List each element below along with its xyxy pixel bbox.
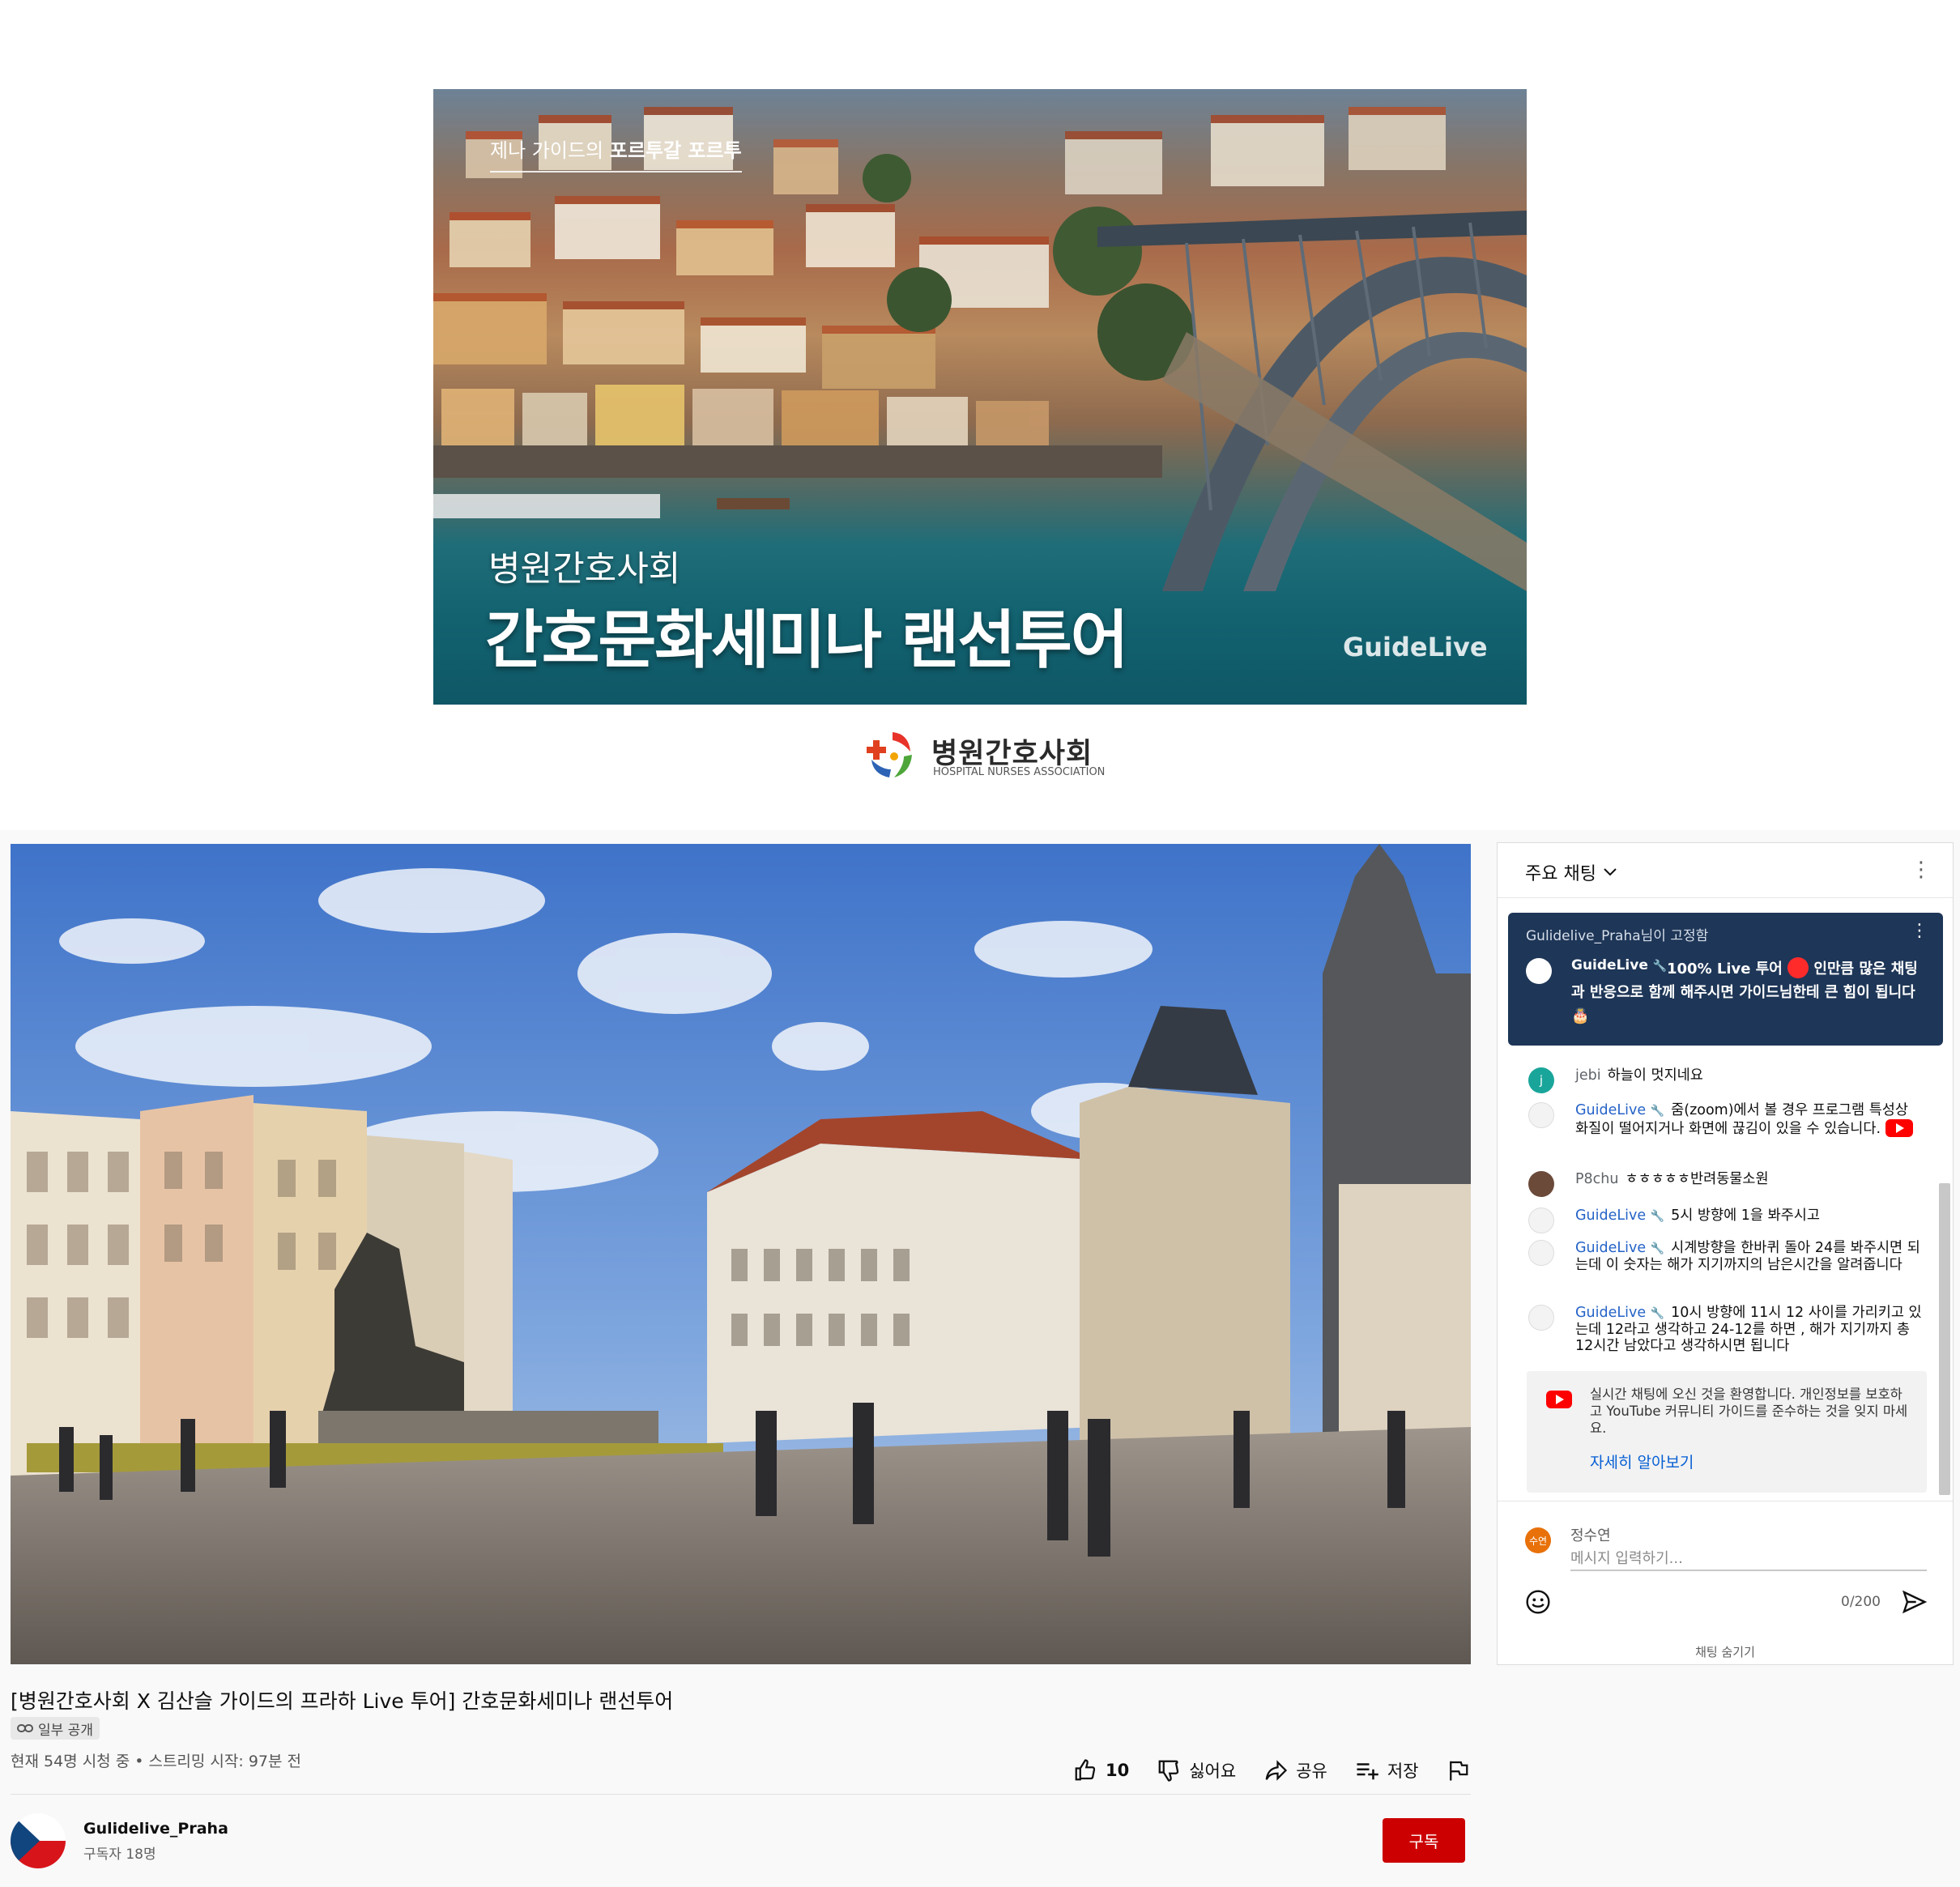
char-count: 0/200 xyxy=(1841,1594,1881,1610)
video-actions: 10 싫어요 공유 저장 xyxy=(1073,1752,1470,1789)
wrench-icon: 🔧 xyxy=(1650,1307,1665,1320)
chat-message: GuideLive 🔧 시계방향을 한바퀴 돌아 24를 봐주시면 되는데 이 숫… xyxy=(1528,1240,1925,1273)
chat-avatar: j xyxy=(1528,1067,1554,1093)
video-player[interactable] xyxy=(11,844,1471,1664)
chat-author[interactable]: GuideLive 🔧 xyxy=(1575,1305,1664,1321)
nurse-association-emblem-icon xyxy=(867,732,912,777)
welcome-notice: 실시간 채팅에 오신 것을 환영합니다. 개인정보를 보호하고 YouTube … xyxy=(1527,1371,1927,1493)
channel-name[interactable]: Gulidelive_Praha xyxy=(83,1820,228,1838)
chat-author[interactable]: GuideLive 🔧 xyxy=(1575,1102,1664,1118)
pinned-author-avatar xyxy=(1526,958,1552,984)
chat-message: j jebi 하늘이 멋지네요 xyxy=(1528,1067,1925,1093)
playlist-add-icon xyxy=(1357,1763,1378,1780)
chat-text: 하늘이 멋지네요 xyxy=(1607,1067,1703,1084)
chat-author[interactable]: GuideLive 🔧 xyxy=(1575,1208,1664,1224)
chat-avatar xyxy=(1528,1171,1554,1197)
thumbs-up-icon xyxy=(1075,1759,1096,1781)
view-stats: 현재 54명 시청 중 • 스트리밍 시작: 97분 전 xyxy=(11,1753,301,1770)
link-icon xyxy=(17,1724,33,1732)
tour-banner-image: 제나 가이드의 포르투갈 포르투 병원간호사회 간호문화세미나 랜선투어 Gui… xyxy=(433,89,1527,705)
learn-more-link[interactable]: 자세히 알아보기 xyxy=(1590,1450,1694,1472)
wrench-icon: 🔧 xyxy=(1650,1210,1665,1223)
guidelive-watermark: GuideLive xyxy=(1343,632,1488,662)
association-logo: 병원간호사회 HOSPITAL NURSES ASSOCIATION xyxy=(865,727,1105,784)
chat-compose: 수연 정수연 0/200 채팅 숨기기 xyxy=(1498,1501,1953,1666)
flag-icon xyxy=(1450,1761,1468,1781)
chat-header: 주요 채팅 ⋮ xyxy=(1498,843,1953,898)
banner-title: 간호문화세미나 랜선투어 xyxy=(485,604,1129,677)
subscriber-count: 구독자 18명 xyxy=(83,1847,156,1863)
chat-message: GuideLive 🔧 줌(zoom)에서 볼 경우 프로그램 특성상 화질이 떨… xyxy=(1528,1102,1925,1137)
chat-message: GuideLive 🔧 5시 방향에 1을 봐주시고 xyxy=(1528,1208,1925,1233)
visibility-label: 일부 공개 xyxy=(38,1722,93,1739)
wrench-icon: 🔧 xyxy=(1650,1105,1665,1118)
czech-flag-icon xyxy=(11,1813,66,1868)
visibility-badge: 일부 공개 xyxy=(11,1717,100,1740)
divider xyxy=(11,1794,1471,1795)
share-icon xyxy=(1265,1760,1288,1781)
chat-author[interactable]: GuideLive 🔧 xyxy=(1575,1240,1664,1256)
banner-guide-caption: 제나 가이드의 포르투갈 포르투 xyxy=(490,134,742,173)
chat-mode-dropdown[interactable]: 주요 채팅 xyxy=(1525,859,1617,885)
live-stream-page: [병원간호사회 X 김산슬 가이드의 프라하 Live 투어] 간호문화세미나 … xyxy=(0,830,1960,1887)
pinned-menu-icon[interactable]: ⋮ xyxy=(1911,921,1928,941)
wrench-icon: 🔧 xyxy=(1650,1242,1665,1255)
my-avatar: 수연 xyxy=(1525,1527,1551,1553)
chevron-down-icon xyxy=(1604,868,1617,876)
pinned-message: Gulidelive_Praha님이 고정함 ⋮ GuideLive 🔧 100… xyxy=(1508,913,1943,1046)
chat-scrollbar[interactable] xyxy=(1939,1183,1950,1495)
dislike-button[interactable]: 싫어요 xyxy=(1157,1758,1236,1783)
chat-text: ㅎㅎㅎㅎㅎ반려동물소원 xyxy=(1625,1171,1769,1187)
banner-subtitle: 병원간호사회 xyxy=(488,549,681,590)
chat-message: P8chu ㅎㅎㅎㅎㅎ반려동물소원 xyxy=(1528,1171,1925,1197)
like-count: 10 xyxy=(1106,1761,1130,1780)
emoji-icon[interactable] xyxy=(1525,1589,1551,1615)
subscribe-button[interactable]: 구독 xyxy=(1383,1818,1465,1863)
prague-square-video-frame xyxy=(11,844,1471,1664)
report-button[interactable] xyxy=(1446,1758,1470,1783)
chat-author[interactable]: P8chu xyxy=(1575,1171,1619,1187)
share-button[interactable]: 공유 xyxy=(1263,1758,1327,1783)
send-icon[interactable] xyxy=(1901,1589,1927,1615)
youtube-icon xyxy=(1885,1119,1913,1137)
channel-avatar[interactable] xyxy=(11,1813,66,1868)
save-label: 저장 xyxy=(1387,1761,1419,1781)
chat-author[interactable]: jebi xyxy=(1575,1067,1601,1084)
like-button[interactable]: 10 xyxy=(1073,1758,1129,1783)
pinned-by-label: Gulidelive_Praha님이 고정함 xyxy=(1526,928,1709,944)
youtube-icon xyxy=(1546,1391,1572,1408)
chat-text: 5시 방향에 1을 봐주시고 xyxy=(1671,1208,1820,1224)
chat-avatar xyxy=(1528,1208,1554,1233)
video-title: [병원간호사회 X 김산슬 가이드의 프라하 Live 투어] 간호문화세미나 … xyxy=(11,1689,674,1713)
hide-chat-button[interactable]: 채팅 숨기기 xyxy=(1498,1643,1953,1660)
live-dot-icon xyxy=(1787,957,1809,978)
pinned-text: 100% Live 투어 인만큼 많은 채팅과 반응으로 함께 해주시면 가이드… xyxy=(1571,957,1920,1028)
dislike-label: 싫어요 xyxy=(1189,1761,1237,1781)
more-vert-icon[interactable]: ⋮ xyxy=(1911,858,1932,882)
chat-message: GuideLive 🔧 10시 방향에 11시 12 사이를 가리키고 있는데 1… xyxy=(1528,1305,1925,1354)
chat-mode-label: 주요 채팅 xyxy=(1525,864,1596,884)
live-chat-panel: 주요 채팅 ⋮ Gulidelive_Praha님이 고정함 ⋮ GuideLi… xyxy=(1497,842,1954,1665)
welcome-text: 실시간 채팅에 오신 것을 환영합니다. 개인정보를 보호하고 YouTube … xyxy=(1590,1386,1908,1436)
chat-message-input[interactable] xyxy=(1570,1547,1927,1571)
association-name-en: HOSPITAL NURSES ASSOCIATION xyxy=(933,766,1106,778)
chat-avatar xyxy=(1528,1102,1554,1128)
my-name: 정수연 xyxy=(1570,1527,1611,1544)
thumbs-down-icon xyxy=(1158,1760,1179,1782)
share-label: 공유 xyxy=(1296,1761,1327,1781)
chat-avatar xyxy=(1528,1305,1554,1331)
chat-avatar xyxy=(1528,1240,1554,1266)
save-button[interactable]: 저장 xyxy=(1355,1758,1419,1783)
